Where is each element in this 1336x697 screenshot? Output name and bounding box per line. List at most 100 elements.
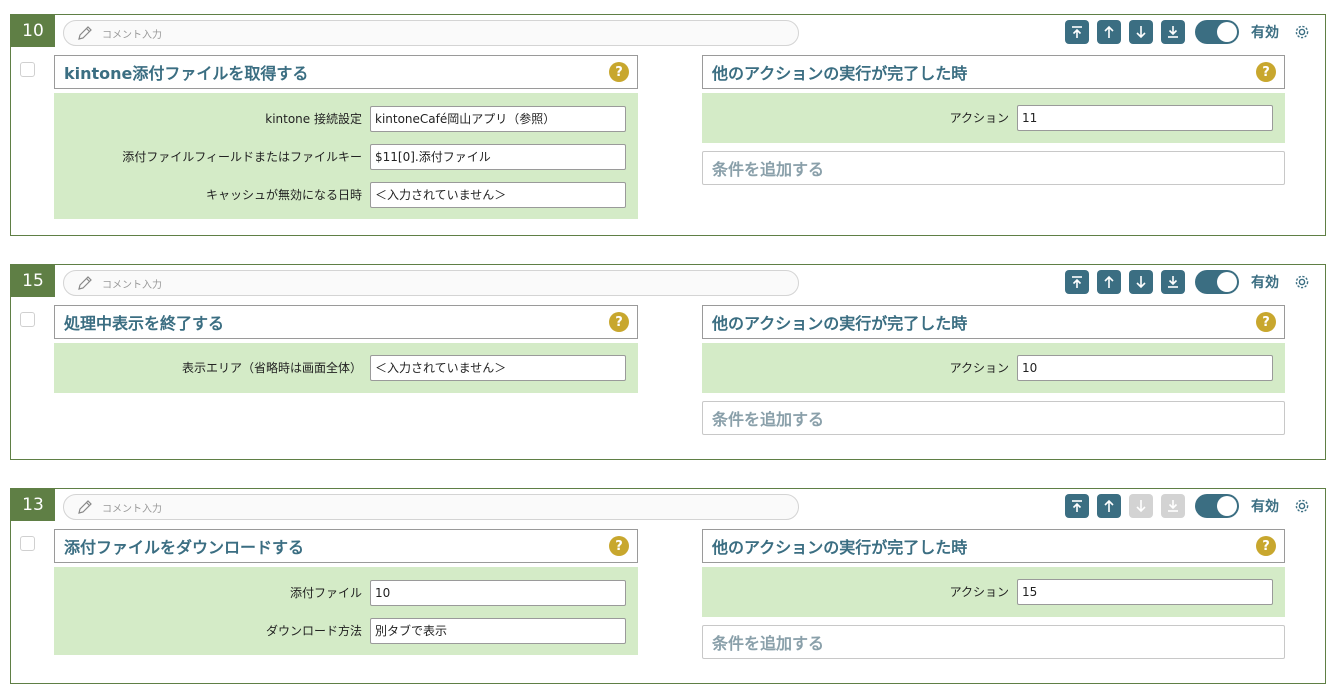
enabled-label: 有効 <box>1251 275 1279 291</box>
comment-placeholder: コメント入力 <box>102 503 162 515</box>
action-title-header: 処理中表示を終了する ? <box>54 305 638 339</box>
move-top-button[interactable] <box>1065 494 1089 518</box>
help-icon[interactable]: ? <box>609 312 629 332</box>
move-up-button[interactable] <box>1097 20 1121 44</box>
select-checkbox[interactable] <box>20 62 35 77</box>
move-down-button <box>1129 494 1153 518</box>
action-number: 13 <box>11 489 55 521</box>
action-number: 15 <box>11 265 55 297</box>
move-up-icon <box>1104 275 1114 288</box>
trigger-panel: アクション 10 <box>702 343 1285 393</box>
move-down-button[interactable] <box>1129 270 1153 294</box>
field-input[interactable]: kintoneCafé岡山アプリ（参照） <box>370 106 626 132</box>
trigger-row: アクション 15 <box>702 579 1285 605</box>
field-input[interactable]: $11[0].添付ファイル <box>370 144 626 170</box>
help-icon[interactable]: ? <box>1256 312 1276 332</box>
action-settings-panel: 表示エリア（省略時は画面全体） ＜入力されていません＞ <box>54 343 638 393</box>
field-label: 添付ファイルフィールドまたはファイルキー <box>122 150 362 164</box>
trigger-action-label: アクション <box>949 361 1009 375</box>
enabled-toggle[interactable] <box>1195 494 1239 518</box>
select-checkbox[interactable] <box>20 536 35 551</box>
move-bottom-button[interactable] <box>1161 20 1185 44</box>
comment-input[interactable]: コメント入力 <box>63 494 799 520</box>
trigger-row: アクション 10 <box>702 355 1285 381</box>
move-up-button[interactable] <box>1097 494 1121 518</box>
field-input[interactable]: 10 <box>370 580 626 606</box>
add-condition-label: 条件を追加する <box>712 410 825 429</box>
move-down-icon <box>1136 500 1146 513</box>
trigger-panel: アクション 11 <box>702 93 1285 143</box>
field-input[interactable]: 別タブで表示 <box>370 618 626 644</box>
field-row: ダウンロード方法 別タブで表示 <box>54 618 638 644</box>
field-row: 表示エリア（省略時は画面全体） ＜入力されていません＞ <box>54 355 638 381</box>
trigger-action-input[interactable]: 10 <box>1017 355 1273 381</box>
move-top-button[interactable] <box>1065 270 1089 294</box>
trigger-action-input[interactable]: 11 <box>1017 105 1273 131</box>
pencil-icon <box>76 498 94 516</box>
trigger-title: 他のアクションの実行が完了した時 <box>712 314 968 333</box>
add-condition-label: 条件を追加する <box>712 634 825 653</box>
move-bottom-icon <box>1168 500 1178 512</box>
toggle-knob <box>1217 272 1237 292</box>
trigger-row: アクション 11 <box>702 105 1285 131</box>
field-row: kintone 接続設定 kintoneCafé岡山アプリ（参照） <box>54 106 638 132</box>
enabled-toggle[interactable] <box>1195 20 1239 44</box>
trigger-title: 他のアクションの実行が完了した時 <box>712 64 968 83</box>
move-up-icon <box>1104 25 1114 38</box>
comment-input[interactable]: コメント入力 <box>63 20 799 46</box>
gear-icon[interactable] <box>1293 273 1311 291</box>
field-row: 添付ファイルフィールドまたはファイルキー $11[0].添付ファイル <box>54 144 638 170</box>
comment-input[interactable]: コメント入力 <box>63 270 799 296</box>
add-condition-button[interactable]: 条件を追加する <box>702 151 1285 185</box>
comment-placeholder: コメント入力 <box>102 279 162 291</box>
add-condition-button[interactable]: 条件を追加する <box>702 401 1285 435</box>
trigger-header: 他のアクションの実行が完了した時 ? <box>702 305 1285 339</box>
help-icon[interactable]: ? <box>609 536 629 556</box>
move-down-icon <box>1136 276 1146 289</box>
block-toolbar: 有効 <box>1065 18 1311 46</box>
trigger-header: 他のアクションの実行が完了した時 ? <box>702 55 1285 89</box>
field-label: 添付ファイル <box>289 586 362 600</box>
action-title: kintone添付ファイルを取得する <box>64 64 309 83</box>
move-down-button[interactable] <box>1129 20 1153 44</box>
trigger-header: 他のアクションの実行が完了した時 ? <box>702 529 1285 563</box>
block-toolbar: 有効 <box>1065 268 1311 296</box>
field-input[interactable]: ＜入力されていません＞ <box>370 355 626 381</box>
trigger-action-label: アクション <box>949 111 1009 125</box>
select-checkbox[interactable] <box>20 312 35 327</box>
move-up-icon <box>1104 499 1114 512</box>
enabled-label: 有効 <box>1251 25 1279 41</box>
field-label: kintone 接続設定 <box>265 112 362 126</box>
action-number: 10 <box>11 15 55 47</box>
action-title-header: 添付ファイルをダウンロードする ? <box>54 529 638 563</box>
toggle-knob <box>1217 22 1237 42</box>
gear-icon[interactable] <box>1293 497 1311 515</box>
trigger-action-input[interactable]: 15 <box>1017 579 1273 605</box>
block-toolbar: 有効 <box>1065 492 1311 520</box>
toggle-knob <box>1217 496 1237 516</box>
action-block: 10 コメント入力 有効 kintone添付ファイルを取得する ? kinton… <box>10 14 1326 236</box>
help-icon[interactable]: ? <box>1256 536 1276 556</box>
add-condition-button[interactable]: 条件を追加する <box>702 625 1285 659</box>
add-condition-label: 条件を追加する <box>712 160 825 179</box>
comment-placeholder: コメント入力 <box>102 29 162 41</box>
field-row: 添付ファイル 10 <box>54 580 638 606</box>
enabled-toggle[interactable] <box>1195 270 1239 294</box>
trigger-action-label: アクション <box>949 585 1009 599</box>
trigger-title: 他のアクションの実行が完了した時 <box>712 538 968 557</box>
move-bottom-button[interactable] <box>1161 270 1185 294</box>
move-top-button[interactable] <box>1065 20 1089 44</box>
gear-icon[interactable] <box>1293 23 1311 41</box>
move-bottom-icon <box>1168 26 1178 38</box>
field-label: 表示エリア（省略時は画面全体） <box>181 361 362 375</box>
help-icon[interactable]: ? <box>609 62 629 82</box>
field-label: ダウンロード方法 <box>265 624 362 638</box>
action-block: 13 コメント入力 有効 添付ファイルをダウンロードする ? 添付ファイル 10… <box>10 488 1326 684</box>
move-up-button[interactable] <box>1097 270 1121 294</box>
move-top-icon <box>1072 276 1082 288</box>
move-top-icon <box>1072 26 1082 38</box>
action-block: 15 コメント入力 有効 処理中表示を終了する ? 表示エリア（省略時は画面全体… <box>10 264 1326 460</box>
action-settings-panel: kintone 接続設定 kintoneCafé岡山アプリ（参照） 添付ファイル… <box>54 93 638 219</box>
field-input[interactable]: ＜入力されていません＞ <box>370 182 626 208</box>
help-icon[interactable]: ? <box>1256 62 1276 82</box>
